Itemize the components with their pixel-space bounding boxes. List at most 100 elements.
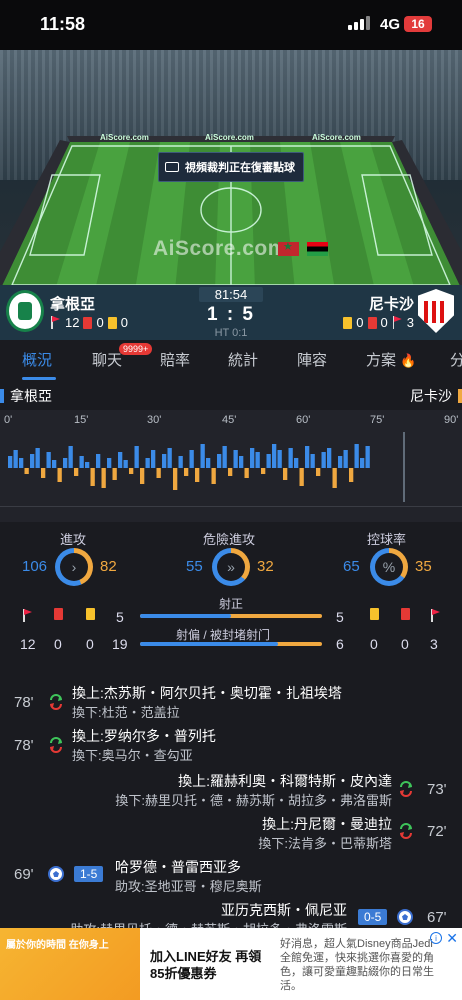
dangerous-ring: » — [212, 548, 250, 586]
chevron-right-icon: › — [60, 553, 88, 581]
home-yellow-count: 0 — [86, 636, 94, 652]
possession-home: 65 — [343, 558, 360, 575]
ad-title[interactable]: 加入LINE好友 再領85折優惠券 — [150, 948, 275, 982]
clock: 11:58 — [40, 14, 86, 34]
momentum-bar — [184, 468, 189, 476]
shots-on-away: 5 — [336, 609, 344, 625]
sub-in-text: 換上:羅赫利奧・科爾特斯・皮內達 — [178, 773, 392, 789]
momentum-bar — [327, 448, 332, 468]
away-red-cards: 0 — [380, 315, 388, 330]
away-team-name[interactable]: 尼卡沙 — [369, 293, 414, 314]
goal-score-chip: 1-5 — [74, 866, 104, 882]
morocco-flag-icon — [278, 240, 299, 256]
momentum-bar — [343, 450, 348, 468]
possession-ring: % — [370, 548, 408, 586]
momentum-bar — [310, 454, 315, 468]
close-icon[interactable]: ✕ — [446, 930, 458, 947]
tab-lineup[interactable]: 陣容 — [297, 349, 327, 370]
substitution-icon — [50, 694, 62, 710]
active-tab-indicator — [22, 377, 56, 380]
event-minute: 73' — [427, 781, 447, 798]
tab-tips[interactable]: 方案 🔥 — [366, 349, 416, 370]
momentum-bar — [57, 468, 62, 482]
momentum-bar — [305, 446, 310, 468]
momentum-bar — [332, 468, 337, 488]
yellow-card-icon — [107, 316, 117, 329]
tab-chat[interactable]: 聊天 — [92, 349, 122, 370]
momentum-bar — [74, 468, 79, 476]
momentum-bar — [189, 450, 194, 468]
momentum-bar — [123, 460, 128, 468]
shots-off-away: 6 — [336, 636, 344, 652]
home-team-name[interactable]: 拿根亞 — [50, 293, 95, 314]
libya-flag-icon — [307, 242, 328, 256]
score-center: 81:54 1 : 5 HT 0:1 — [181, 285, 281, 339]
momentum-bar — [63, 458, 68, 468]
momentum-bar — [173, 468, 178, 490]
momentum-bar — [101, 468, 106, 488]
sub-out-text: 換下:奥马尔・查勾亚 — [72, 748, 193, 763]
momentum-bar — [8, 456, 13, 468]
momentum-bar — [90, 468, 95, 486]
momentum-bar — [151, 450, 156, 468]
event-list: 78' 換上:杰苏斯・阿尔贝托・奥切霍・扎祖埃塔 換下:杜范・范盖拉 78' 換… — [0, 670, 462, 937]
event-minute: 78' — [14, 694, 34, 711]
momentum-bar — [129, 468, 134, 474]
shots-off-label: 射偏 / 被封堵射门 — [176, 628, 271, 642]
momentum-bar — [46, 452, 51, 468]
momentum-bar — [24, 468, 29, 474]
battery-icon: 16 — [404, 16, 432, 32]
momentum-bar — [354, 444, 359, 468]
ad-image[interactable]: 屬於你的時間 在你身上 — [0, 928, 140, 1000]
sub-out-text: 換下:杜范・范盖拉 — [72, 705, 180, 720]
momentum-bar — [233, 450, 238, 468]
dangerous-attack-label: 危險進攻 — [203, 532, 256, 547]
team-header-row: 拿根亞 尼卡沙 — [0, 383, 462, 407]
away-team-crest-icon[interactable] — [418, 289, 454, 333]
momentum-bar — [41, 468, 46, 478]
momentum-bar — [52, 460, 57, 468]
momentum-bar — [277, 450, 282, 468]
momentum-bar — [211, 468, 216, 484]
momentum-bar — [217, 454, 222, 468]
momentum-bar — [162, 454, 167, 468]
chat-badge: 9999+ — [119, 343, 153, 355]
momentum-bar — [134, 446, 139, 468]
shots-off-bar-home — [140, 642, 279, 646]
ad-info-icon[interactable]: i — [430, 932, 442, 944]
dangerous-away: 32 — [257, 558, 274, 575]
match-score: 1 : 5 — [206, 304, 256, 325]
fire-icon: 🔥 — [400, 353, 417, 368]
momentum-bar — [272, 444, 277, 468]
yellow-card-icon — [343, 316, 353, 329]
momentum-bar — [178, 456, 183, 468]
ad-banner[interactable]: 屬於你的時間 在你身上 加入LINE好友 再領85折優惠券 好消息，超人氣Dis… — [0, 928, 462, 1000]
var-tv-icon — [165, 162, 179, 172]
momentum-bar — [112, 468, 117, 480]
momentum-bar — [255, 452, 260, 468]
momentum-timeline[interactable]: 0' 15' 30' 45' 60' 75' 90' — [0, 410, 462, 522]
home-team-crest-icon[interactable] — [6, 290, 44, 332]
event-minute: 72' — [427, 823, 447, 840]
tab-stats[interactable]: 統計 — [228, 349, 258, 370]
red-card-icon — [367, 316, 377, 329]
corner-flag-icon — [50, 316, 61, 329]
corner-flag-icon — [430, 609, 441, 622]
tab-odds[interactable]: 賠率 — [160, 349, 190, 370]
momentum-bar — [68, 446, 73, 468]
status-bar: 11:58 4G 16 — [0, 0, 462, 50]
away-corners-count: 3 — [430, 636, 438, 652]
momentum-bar — [228, 468, 233, 476]
substitution-icon — [400, 823, 412, 839]
red-card-icon — [83, 316, 93, 329]
shots-on-bar-home — [140, 614, 231, 618]
match-clock: 81:54 — [199, 287, 263, 302]
substitution-icon — [400, 781, 412, 797]
tab-more[interactable]: 分 — [450, 349, 462, 370]
momentum-bar — [79, 456, 84, 468]
goal-scorer: 哈罗德・普雷西亚多 — [115, 859, 241, 875]
momentum-bar — [338, 456, 343, 468]
yellow-card-icon — [86, 608, 95, 620]
event-minute: 69' — [14, 866, 34, 883]
tab-overview[interactable]: 概況 — [22, 349, 52, 370]
